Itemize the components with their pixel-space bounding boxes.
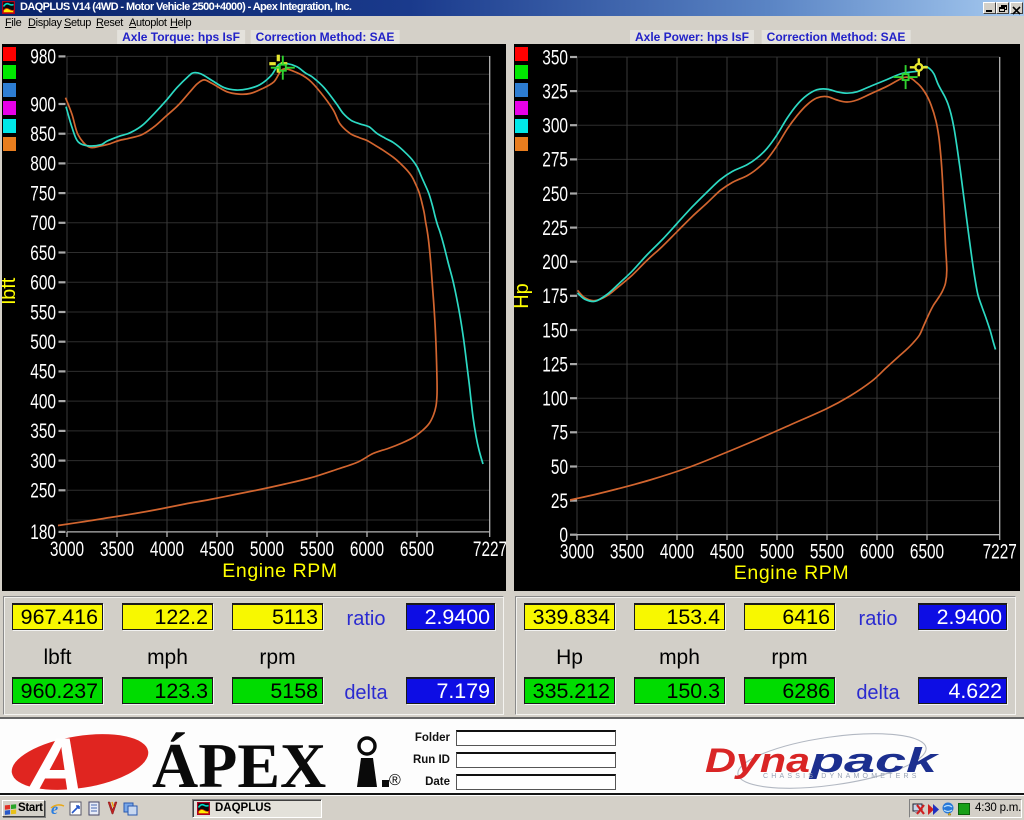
svg-text:200: 200 xyxy=(542,251,568,274)
svg-text:700: 700 xyxy=(30,212,56,235)
svg-text:CHASSIS DYNAMOMETERS: CHASSIS DYNAMOMETERS xyxy=(763,773,920,780)
svg-text:800: 800 xyxy=(30,153,56,176)
svg-text:350: 350 xyxy=(30,420,56,443)
svg-text:5000: 5000 xyxy=(760,541,794,564)
svg-text:4500: 4500 xyxy=(200,538,234,561)
svg-text:150: 150 xyxy=(542,319,568,342)
svg-text:25: 25 xyxy=(551,490,568,513)
svg-text:A: A xyxy=(26,721,84,793)
svg-text:250: 250 xyxy=(30,480,56,503)
svg-text:850: 850 xyxy=(30,123,56,146)
svg-text:4000: 4000 xyxy=(660,541,694,564)
svg-text:6500: 6500 xyxy=(400,538,434,561)
svg-text:300: 300 xyxy=(542,115,568,138)
svg-text:6500: 6500 xyxy=(910,541,944,564)
svg-text:5000: 5000 xyxy=(250,538,284,561)
svg-text:175: 175 xyxy=(542,285,568,308)
svg-text:4000: 4000 xyxy=(150,538,184,561)
svg-text:600: 600 xyxy=(30,272,56,295)
svg-text:225: 225 xyxy=(542,217,568,240)
svg-text:®: ® xyxy=(389,772,401,789)
svg-text:275: 275 xyxy=(542,149,568,172)
svg-text:450: 450 xyxy=(30,361,56,384)
svg-text:125: 125 xyxy=(542,353,568,376)
svg-text:100: 100 xyxy=(542,388,568,411)
svg-text:325: 325 xyxy=(542,80,568,103)
svg-text:400: 400 xyxy=(30,390,56,413)
svg-text:50: 50 xyxy=(551,456,568,479)
svg-text:Engine RPM: Engine RPM xyxy=(734,562,849,584)
svg-text:750: 750 xyxy=(30,182,56,205)
svg-text:e: e xyxy=(51,801,58,816)
svg-text:250: 250 xyxy=(542,183,568,206)
svg-text:300: 300 xyxy=(30,450,56,473)
svg-text:900: 900 xyxy=(30,93,56,116)
svg-text:6000: 6000 xyxy=(350,538,384,561)
svg-text:650: 650 xyxy=(30,242,56,265)
svg-text:4500: 4500 xyxy=(710,541,744,564)
svg-text:ÁPEX: ÁPEX xyxy=(152,730,326,793)
svg-text:7227: 7227 xyxy=(473,538,507,561)
svg-text:980: 980 xyxy=(30,46,56,69)
svg-text:3500: 3500 xyxy=(610,541,644,564)
svg-text:6000: 6000 xyxy=(860,541,894,564)
svg-text:3000: 3000 xyxy=(560,541,594,564)
svg-text:5500: 5500 xyxy=(810,541,844,564)
svg-text:3500: 3500 xyxy=(100,538,134,561)
svg-text:500: 500 xyxy=(30,331,56,354)
svg-text:350: 350 xyxy=(542,46,568,69)
svg-text:75: 75 xyxy=(551,422,568,445)
svg-text:5500: 5500 xyxy=(300,538,334,561)
svg-text:3000: 3000 xyxy=(50,538,84,561)
svg-text:lbft: lbft xyxy=(0,277,20,304)
svg-text:Engine RPM: Engine RPM xyxy=(222,560,337,582)
svg-text:7227: 7227 xyxy=(983,541,1017,564)
svg-text:550: 550 xyxy=(30,301,56,324)
svg-text:Hp: Hp xyxy=(511,283,533,309)
